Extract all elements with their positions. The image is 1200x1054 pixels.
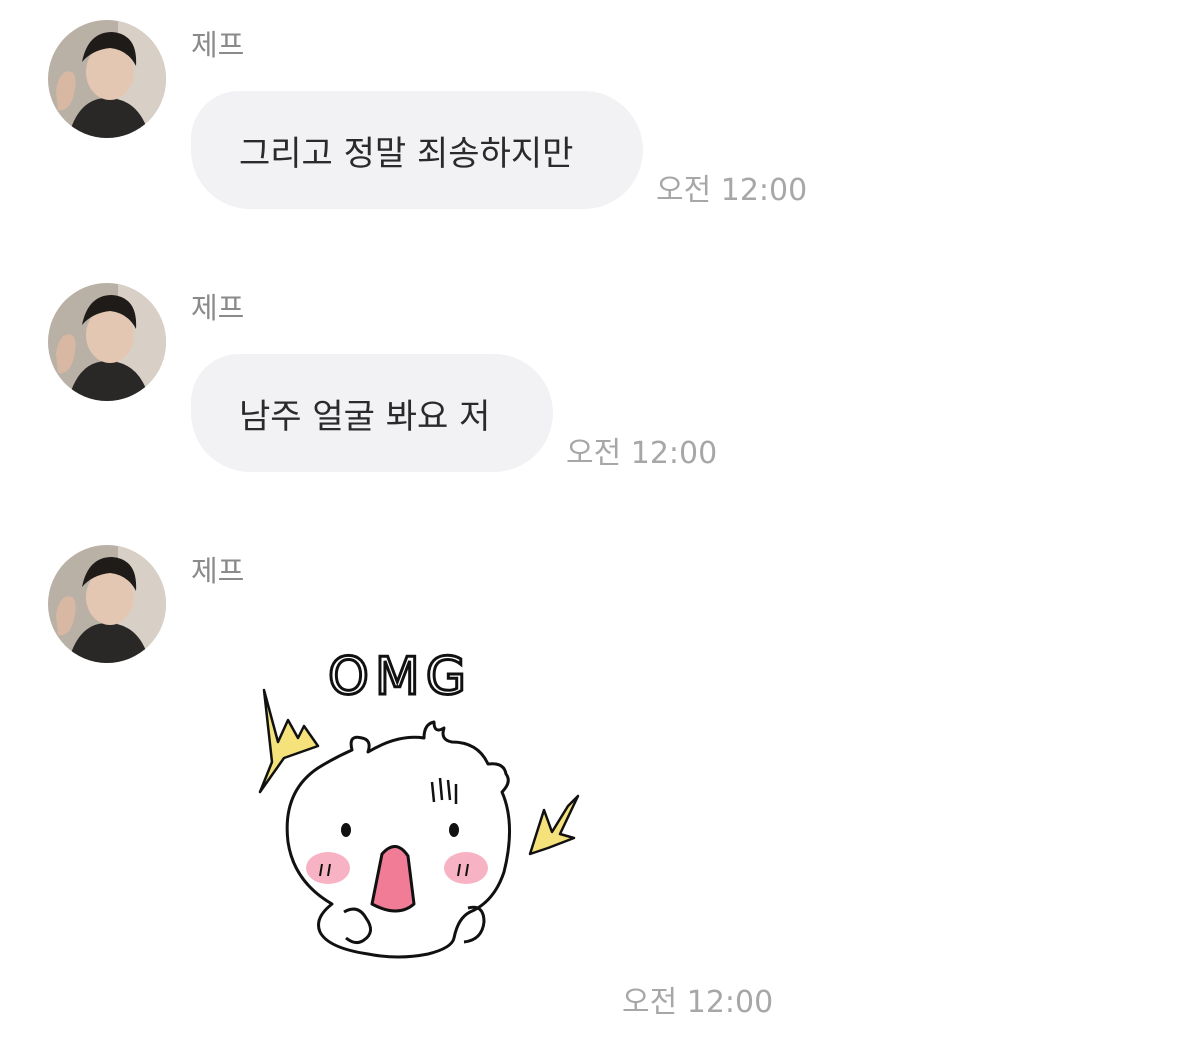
avatar-photo-icon bbox=[48, 20, 166, 138]
sender-avatar[interactable] bbox=[48, 20, 166, 138]
sticker-message[interactable]: OMG bbox=[248, 642, 588, 982]
message-text: 그리고 정말 죄송하지만 bbox=[239, 133, 574, 174]
sender-avatar[interactable] bbox=[48, 545, 166, 663]
message-bubble[interactable]: 그리고 정말 죄송하지만 bbox=[191, 91, 643, 209]
message-time: 오전 12:00 bbox=[656, 173, 808, 208]
message-bubble[interactable]: 남주 얼굴 봐요 저 bbox=[191, 354, 553, 472]
sender-name: 제프 bbox=[191, 28, 245, 62]
message-time: 오전 12:00 bbox=[622, 985, 774, 1020]
avatar-photo-icon bbox=[48, 545, 166, 663]
sender-name: 제프 bbox=[191, 291, 245, 325]
chat-thread: 제프 그리고 정말 죄송하지만 오전 12:00 제프 남주 얼굴 봐요 저 오… bbox=[0, 0, 1200, 1054]
avatar-photo-icon bbox=[48, 283, 166, 401]
surprised-hamster-sticker-icon: OMG bbox=[258, 646, 580, 959]
message-text: 남주 얼굴 봐요 저 bbox=[239, 396, 491, 437]
message-time: 오전 12:00 bbox=[566, 436, 718, 471]
sender-avatar[interactable] bbox=[48, 283, 166, 401]
sender-name: 제프 bbox=[191, 554, 245, 588]
sticker-caption: OMG bbox=[328, 647, 472, 707]
